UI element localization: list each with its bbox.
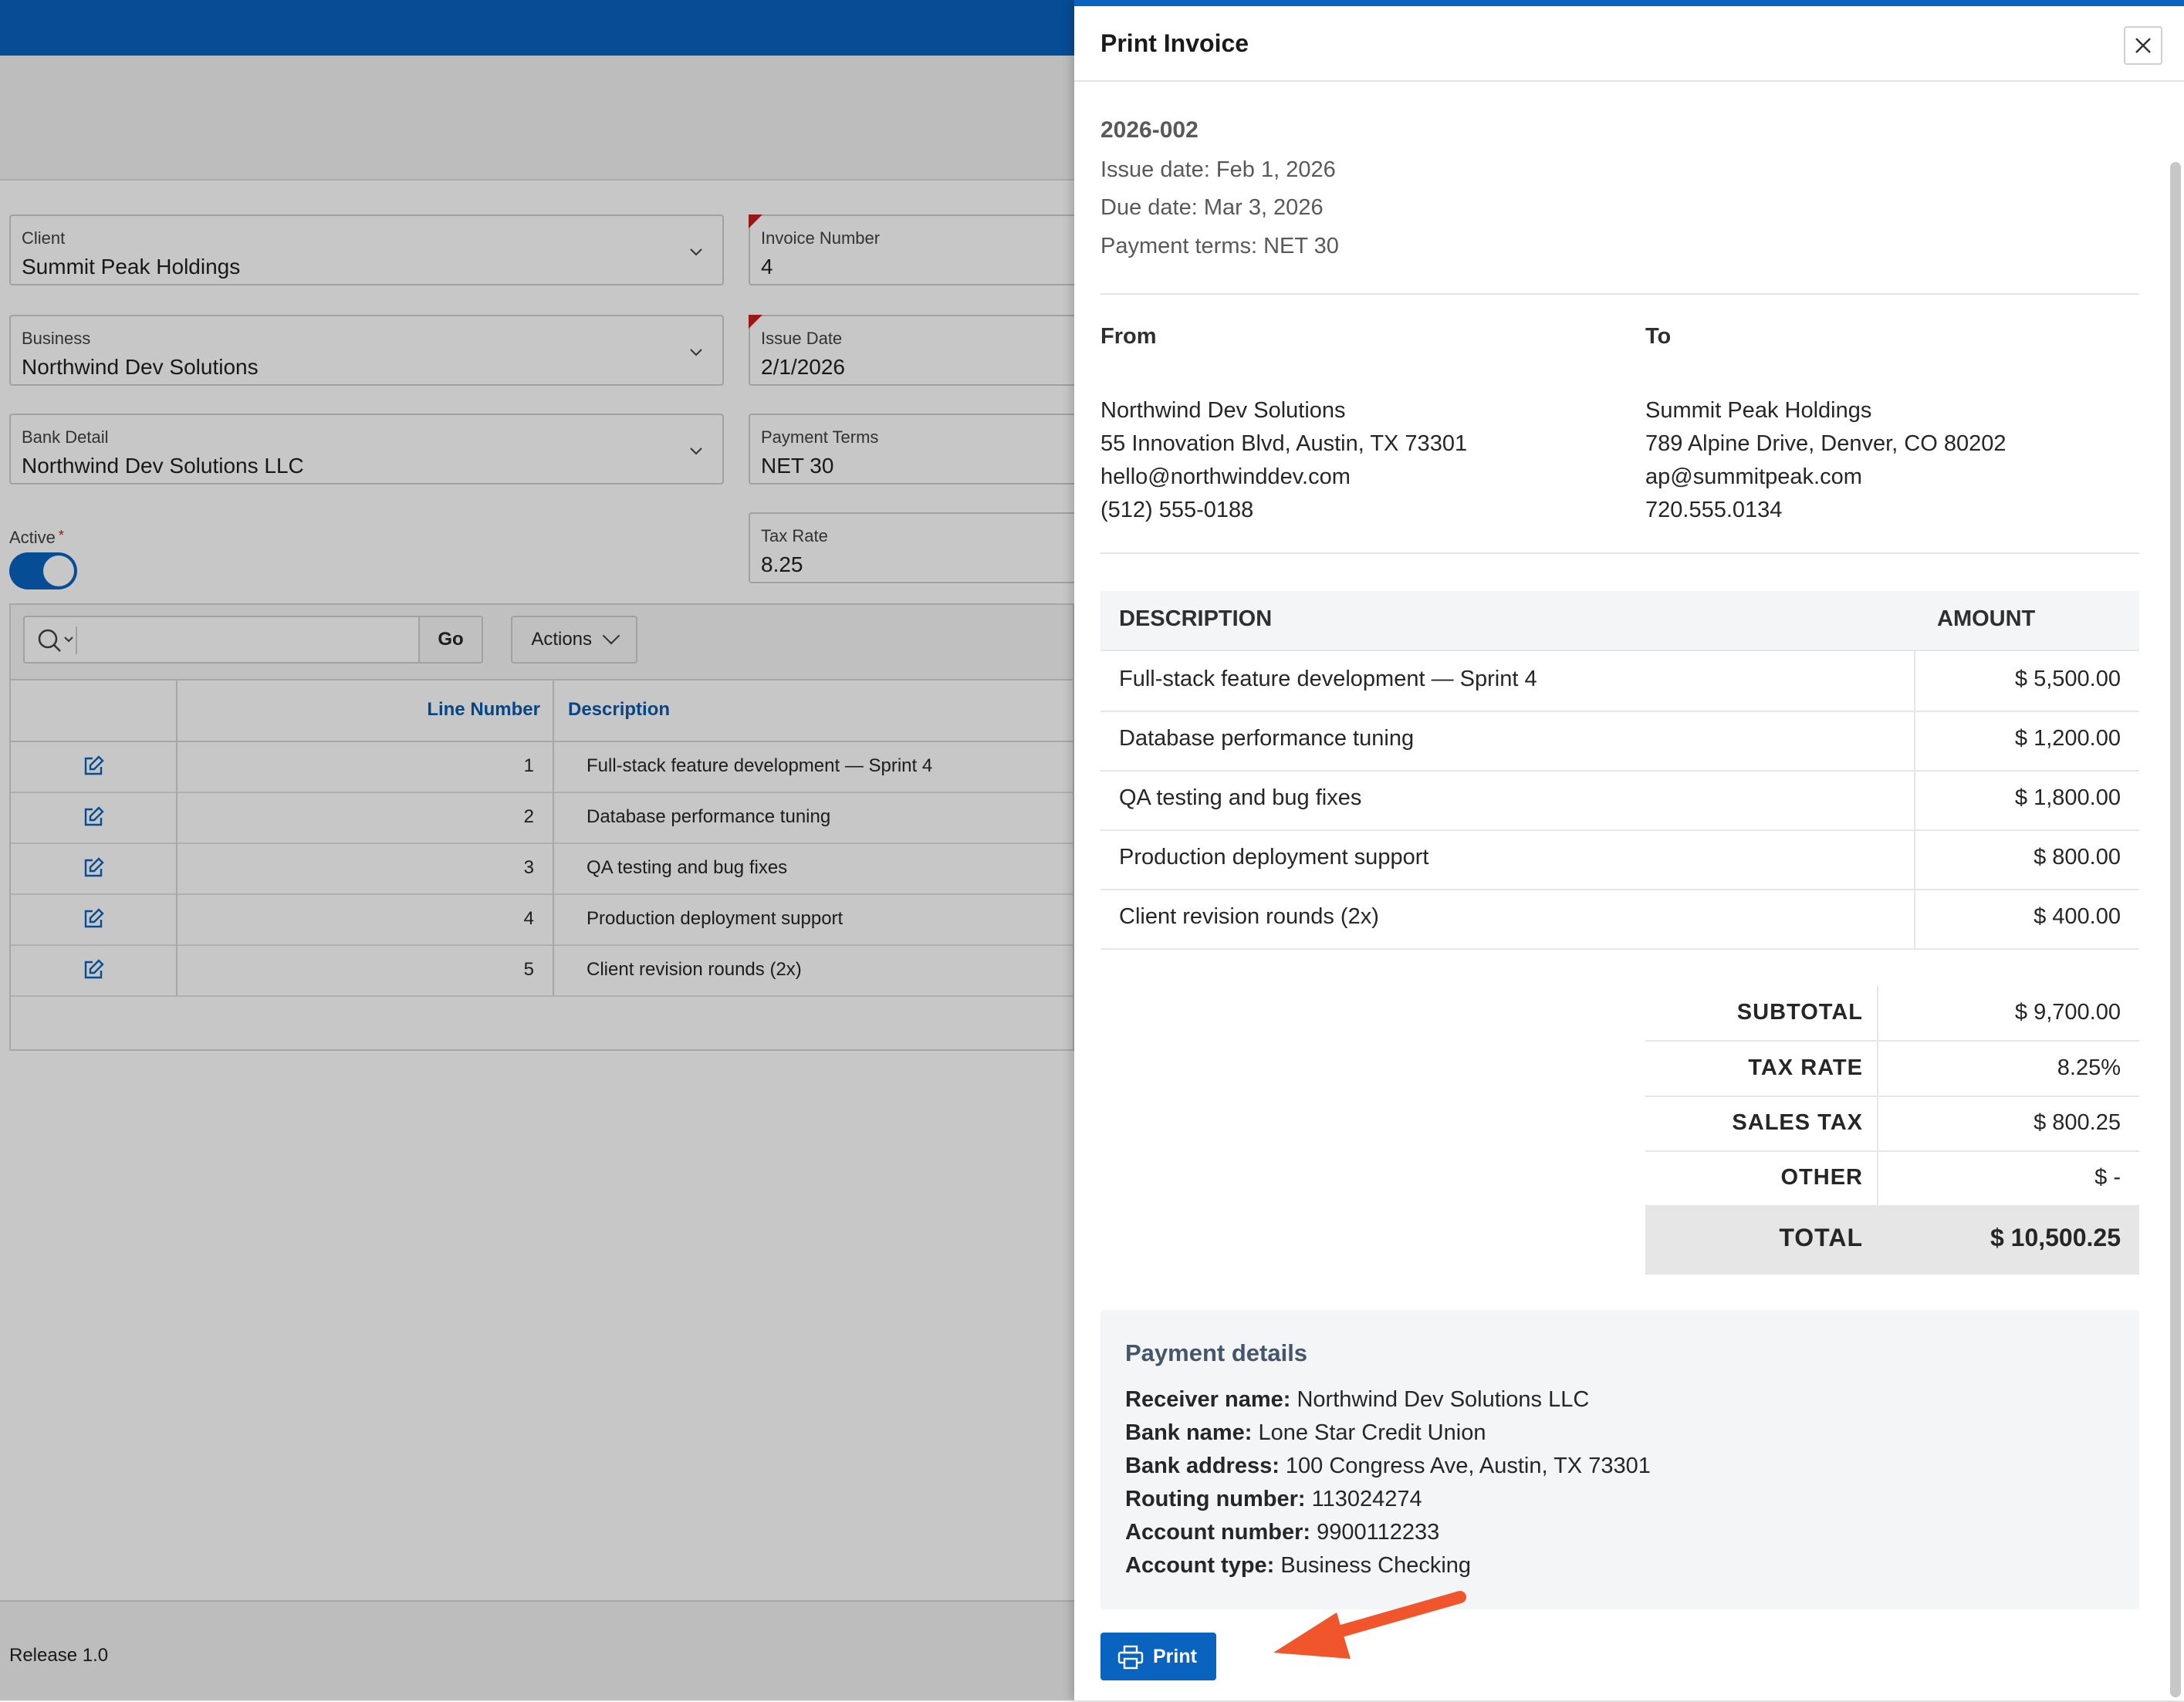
invoice-item-row: QA testing and bug fixes $ 1,800.00	[1100, 770, 2139, 831]
print-button[interactable]: Print	[1100, 1633, 1216, 1680]
item-description: QA testing and bug fixes	[1119, 785, 1362, 810]
other-label: OTHER	[1780, 1165, 1863, 1190]
payment-details-title: Payment details	[1125, 1339, 1308, 1366]
receiver-name-label: Receiver name:	[1125, 1387, 1291, 1412]
tax-rate-value: 8.25%	[2057, 1055, 2121, 1080]
payment-terms-text: Payment terms: NET 30	[1100, 234, 1339, 258]
due-date-text: Due date: Mar 3, 2026	[1100, 195, 1324, 220]
dialog-scrollbar[interactable]	[2170, 162, 2181, 1697]
item-amount: $ 800.00	[2034, 845, 2121, 870]
invoice-item-row: Full-stack feature development — Sprint …	[1100, 651, 2139, 712]
total-row: TOTAL $ 10,500.25	[1645, 1205, 2139, 1275]
invoice-item-row: Client revision rounds (2x) $ 400.00	[1100, 889, 2139, 950]
item-description: Client revision rounds (2x)	[1119, 904, 1379, 929]
item-description: Full-stack feature development — Sprint …	[1119, 667, 1537, 691]
close-icon	[2135, 38, 2151, 53]
item-amount: $ 400.00	[2034, 904, 2121, 929]
item-description: Production deployment support	[1119, 845, 1429, 870]
account-type-label: Account type:	[1125, 1553, 1275, 1578]
to-line: Summit Peak Holdings	[1645, 398, 1872, 423]
bank-address-label: Bank address:	[1125, 1454, 1280, 1478]
to-line: 789 Alpine Drive, Denver, CO 80202	[1645, 431, 2007, 456]
receiver-name-value: Northwind Dev Solutions LLC	[1297, 1387, 1590, 1412]
invoice-item-row: Database performance tuning $ 1,200.00	[1100, 711, 2139, 772]
divider	[1100, 293, 2139, 295]
from-line: (512) 555-0188	[1100, 498, 1254, 522]
from-line: hello@northwinddev.com	[1100, 464, 1351, 489]
routing-number-value: 113024274	[1311, 1487, 1422, 1511]
table-header: DESCRIPTION AMOUNT	[1100, 591, 2139, 651]
account-type-line: Account type: Business Checking	[1125, 1553, 1471, 1579]
routing-number-line: Routing number: 113024274	[1125, 1487, 1422, 1512]
to-heading: To	[1645, 324, 1672, 349]
item-amount: $ 1,200.00	[2014, 726, 2121, 751]
item-amount: $ 5,500.00	[2014, 667, 2121, 691]
printer-icon	[1117, 1645, 1144, 1670]
invoice-id: 2026-002	[1100, 117, 1198, 143]
receiver-name-line: Receiver name: Northwind Dev Solutions L…	[1125, 1387, 1589, 1413]
bank-name-label: Bank name:	[1125, 1420, 1253, 1445]
close-button[interactable]	[2124, 26, 2162, 65]
other-row: OTHER $ -	[1645, 1151, 2139, 1207]
to-line: 720.555.0134	[1645, 498, 1783, 522]
subtotal-label: SUBTOTAL	[1736, 1000, 1863, 1025]
dialog-header: Print Invoice	[1074, 0, 2184, 82]
issue-date-text: Issue date: Feb 1, 2026	[1100, 157, 1336, 182]
sales-tax-row: SALES TAX $ 800.25	[1645, 1096, 2139, 1152]
from-heading: From	[1100, 324, 1157, 349]
total-value: $ 10,500.25	[1990, 1224, 2121, 1251]
total-label: TOTAL	[1779, 1224, 1863, 1251]
bank-address-value: 100 Congress Ave, Austin, TX 73301	[1285, 1454, 1651, 1478]
to-address: Summit Peak Holdings 789 Alpine Drive, D…	[1645, 394, 2007, 527]
subtotal-row: SUBTOTAL $ 9,700.00	[1645, 986, 2139, 1042]
print-label: Print	[1153, 1646, 1197, 1667]
bank-name-line: Bank name: Lone Star Credit Union	[1125, 1420, 1486, 1446]
sales-tax-label: SALES TAX	[1732, 1110, 1863, 1135]
account-number-line: Account number: 9900112233	[1125, 1520, 1439, 1545]
from-line: Northwind Dev Solutions	[1100, 398, 1346, 423]
account-number-label: Account number:	[1125, 1520, 1311, 1545]
sales-tax-value: $ 800.25	[2034, 1110, 2121, 1135]
payment-details: Payment details Receiver name: Northwind…	[1100, 1310, 2139, 1609]
amount-header: AMOUNT	[1937, 606, 2036, 631]
dialog-title: Print Invoice	[1100, 29, 1249, 57]
description-header: DESCRIPTION	[1119, 606, 1273, 631]
tax-rate-label: TAX RATE	[1748, 1055, 1863, 1080]
other-value: $ -	[2094, 1165, 2121, 1190]
print-invoice-dialog: Print Invoice 2026-002 Issue date: Feb 1…	[1074, 0, 2184, 1700]
routing-number-label: Routing number:	[1125, 1487, 1306, 1511]
bank-address-line: Bank address: 100 Congress Ave, Austin, …	[1125, 1454, 1651, 1479]
from-line: 55 Innovation Blvd, Austin, TX 73301	[1100, 431, 1468, 456]
arrow-annotation	[1273, 1591, 1466, 1659]
subtotal-value: $ 9,700.00	[2014, 1000, 2121, 1025]
account-type-value: Business Checking	[1280, 1553, 1472, 1578]
bank-name-value: Lone Star Credit Union	[1258, 1420, 1486, 1445]
item-description: Database performance tuning	[1119, 726, 1415, 751]
account-number-value: 9900112233	[1317, 1520, 1440, 1545]
divider	[1100, 552, 2139, 554]
tax-rate-row: TAX RATE 8.25%	[1645, 1042, 2139, 1097]
invoice-item-row: Production deployment support $ 800.00	[1100, 829, 2139, 890]
to-line: ap@summitpeak.com	[1645, 464, 1862, 489]
from-address: Northwind Dev Solutions 55 Innovation Bl…	[1100, 394, 1467, 527]
item-amount: $ 1,800.00	[2014, 785, 2121, 810]
